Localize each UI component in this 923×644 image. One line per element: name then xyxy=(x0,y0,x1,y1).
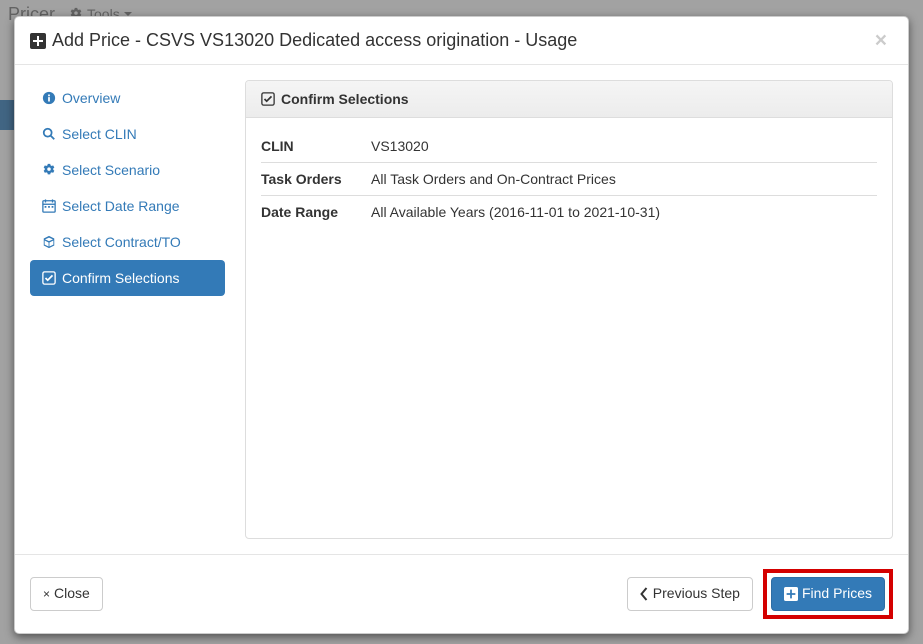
find-prices-highlight: Find Prices xyxy=(763,569,893,619)
sidebar-item-overview: Overview xyxy=(30,80,225,116)
panel-heading: Confirm Selections xyxy=(246,81,892,118)
cogs-icon xyxy=(42,163,56,177)
table-row: Date Range All Available Years (2016-11-… xyxy=(261,196,877,229)
sidebar-item-label: Confirm Selections xyxy=(62,270,180,286)
sidebar-item-select-date-range: Select Date Range xyxy=(30,188,225,224)
confirm-panel: Confirm Selections CLIN VS13020 Task Ord… xyxy=(245,80,893,539)
plus-square-icon xyxy=(30,33,46,49)
sidebar-item-label: Select Date Range xyxy=(62,198,180,214)
summary-label: CLIN xyxy=(261,130,371,163)
add-price-modal: Add Price - CSVS VS13020 Dedicated acces… xyxy=(14,16,909,634)
check-square-icon xyxy=(261,92,275,106)
summary-label: Task Orders xyxy=(261,163,371,196)
summary-label: Date Range xyxy=(261,196,371,229)
check-square-icon xyxy=(42,271,56,285)
info-icon xyxy=(42,91,56,105)
panel-body: CLIN VS13020 Task Orders All Task Orders… xyxy=(246,118,892,538)
table-row: CLIN VS13020 xyxy=(261,130,877,163)
summary-table: CLIN VS13020 Task Orders All Task Orders… xyxy=(261,130,877,228)
modal-title: Add Price - CSVS VS13020 Dedicated acces… xyxy=(30,30,577,51)
cube-icon xyxy=(42,235,56,249)
sidebar-item-label: Overview xyxy=(62,90,120,106)
plus-square-icon xyxy=(784,587,798,601)
close-icon: × xyxy=(43,586,50,603)
close-button[interactable]: × Close xyxy=(30,577,103,611)
sidebar-item-select-contract-to: Select Contract/TO xyxy=(30,224,225,260)
sidebar-item-select-clin: Select CLIN xyxy=(30,116,225,152)
sidebar-item-confirm-selections: Confirm Selections xyxy=(30,260,225,296)
summary-value: All Task Orders and On-Contract Prices xyxy=(371,163,877,196)
modal-footer: × Close Previous Step Find Prices xyxy=(15,554,908,633)
chevron-left-icon xyxy=(640,587,649,601)
sidebar-item-label: Select Contract/TO xyxy=(62,234,181,250)
sidebar-item-label: Select Scenario xyxy=(62,162,160,178)
sidebar-item-select-scenario: Select Scenario xyxy=(30,152,225,188)
calendar-icon xyxy=(42,199,56,213)
summary-value: All Available Years (2016-11-01 to 2021-… xyxy=(371,196,877,229)
summary-value: VS13020 xyxy=(371,130,877,163)
sidebar-item-label: Select CLIN xyxy=(62,126,137,142)
modal-header: Add Price - CSVS VS13020 Dedicated acces… xyxy=(15,17,908,65)
search-icon xyxy=(42,127,56,141)
previous-step-button[interactable]: Previous Step xyxy=(627,577,753,611)
wizard-sidebar: Overview Select CLIN Select Scenario xyxy=(30,80,225,539)
modal-body: Overview Select CLIN Select Scenario xyxy=(15,65,908,554)
find-prices-button[interactable]: Find Prices xyxy=(771,577,885,611)
modal-close-button[interactable]: × xyxy=(869,29,893,52)
table-row: Task Orders All Task Orders and On-Contr… xyxy=(261,163,877,196)
